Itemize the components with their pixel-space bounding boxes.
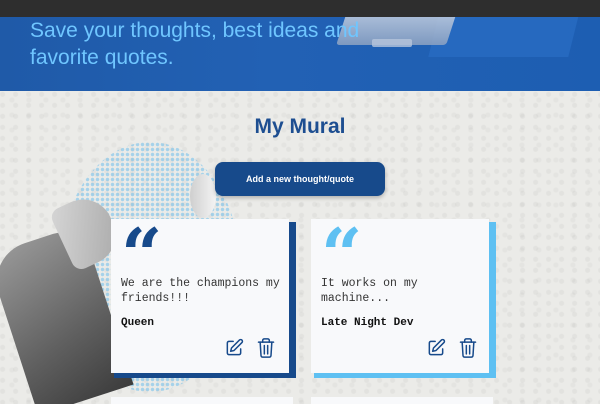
quote-text: It works on my machine... bbox=[321, 277, 418, 305]
quote-author: Late Night Dev bbox=[321, 317, 414, 329]
megaphone-bell-image bbox=[190, 174, 216, 218]
edit-icon bbox=[226, 338, 244, 356]
edit-icon bbox=[428, 338, 446, 356]
edit-button[interactable] bbox=[425, 336, 447, 360]
hero-title: Save your thoughts, best ideas and favor… bbox=[30, 19, 360, 69]
trash-icon bbox=[459, 338, 477, 358]
quote-card-partial bbox=[111, 397, 293, 404]
quote-card: “ It works on my machine... Late Night D… bbox=[311, 219, 489, 373]
delete-button[interactable] bbox=[457, 336, 479, 360]
browser-top-bar bbox=[0, 0, 600, 17]
hero-banner: Save your thoughts, best ideas and favor… bbox=[0, 17, 600, 91]
hero-device-image-detail bbox=[372, 39, 412, 47]
trash-icon bbox=[257, 338, 275, 358]
add-thought-button[interactable]: Add a new thought/quote bbox=[215, 162, 385, 196]
edit-button[interactable] bbox=[223, 336, 245, 360]
delete-button[interactable] bbox=[255, 336, 277, 360]
quote-card: “ We are the champions my friends!!! Que… bbox=[111, 219, 289, 373]
quote-author: Queen bbox=[121, 317, 155, 329]
quote-card-partial bbox=[311, 397, 493, 404]
quote-text: We are the champions my friends!!! bbox=[121, 277, 280, 305]
page-title: My Mural bbox=[254, 115, 346, 138]
